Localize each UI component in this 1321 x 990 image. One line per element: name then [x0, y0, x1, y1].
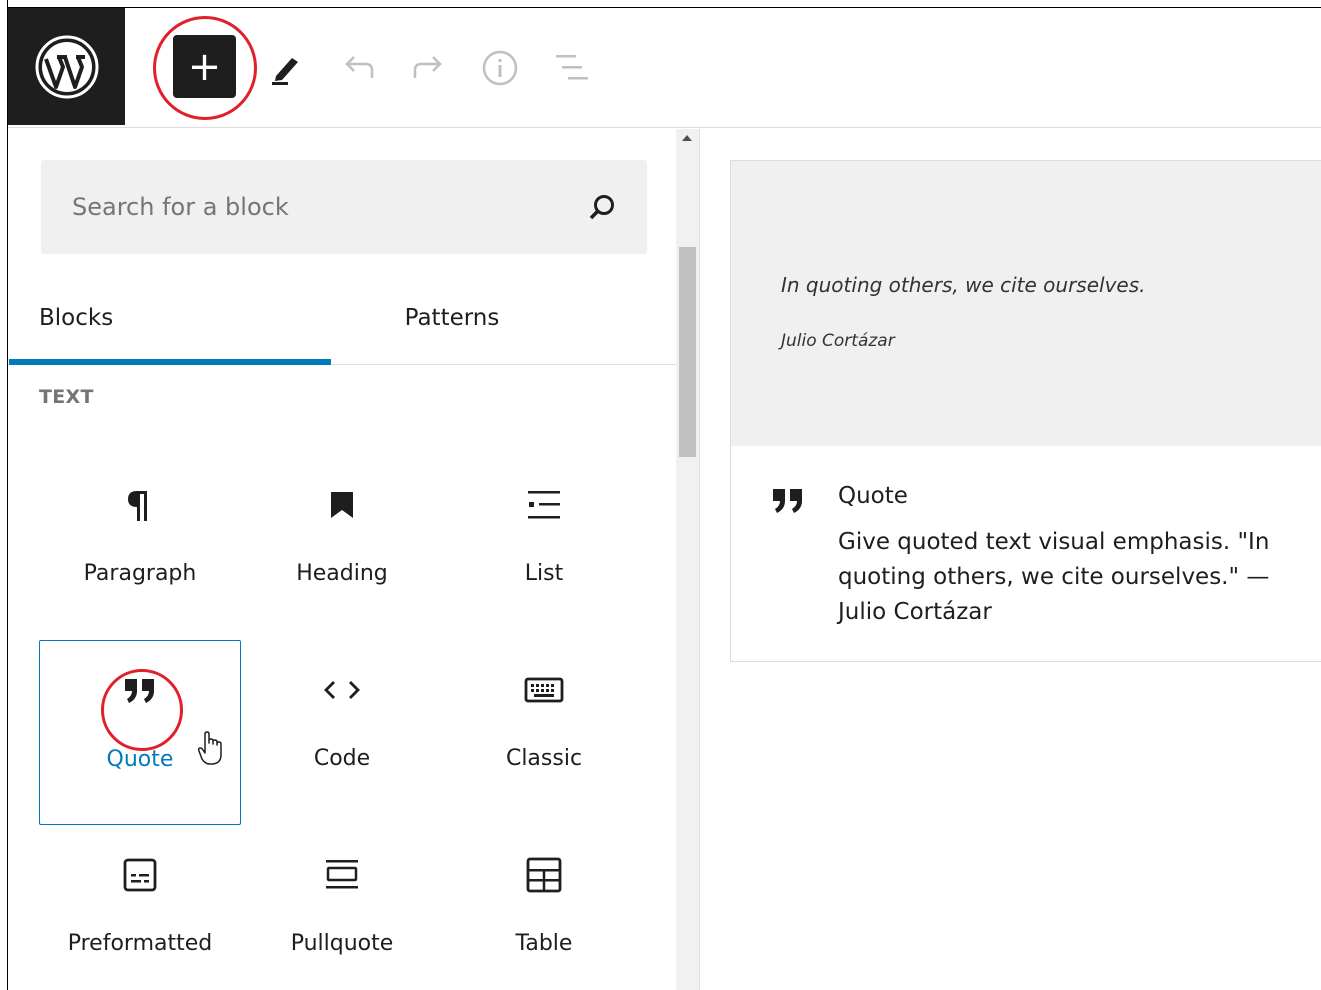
block-item-code[interactable]: Code — [241, 640, 443, 825]
list-view-icon[interactable] — [552, 48, 592, 88]
block-label: Paragraph — [83, 561, 197, 586]
block-label: Classic — [505, 746, 583, 771]
add-block-button[interactable]: + — [173, 35, 236, 98]
section-title-text: TEXT — [39, 386, 94, 408]
preview-block-description: Give quoted text visual emphasis. "In qu… — [838, 529, 1270, 625]
block-preview-panel: In quoting others, we cite ourselves. Ju… — [730, 160, 1321, 662]
preformatted-icon — [39, 855, 241, 895]
block-item-quote[interactable]: Quote — [39, 640, 241, 825]
preview-quote-text: In quoting others, we cite ourselves. — [781, 273, 1146, 297]
preview-quote-cite: Julio Cortázar — [781, 331, 895, 351]
frame-left-border — [0, 0, 8, 990]
inserter-tabs: Blocks Patterns — [9, 279, 676, 365]
block-label: Preformatted — [67, 931, 213, 956]
quote-icon — [40, 671, 240, 711]
code-icon — [241, 670, 443, 710]
wordpress-logo-icon[interactable] — [8, 8, 125, 125]
tab-blocks[interactable]: Blocks — [9, 279, 331, 365]
block-label: Pullquote — [290, 931, 394, 956]
paragraph-icon — [39, 485, 241, 525]
block-label: List — [524, 561, 564, 586]
scroll-thumb[interactable] — [679, 247, 696, 457]
search-icon[interactable] — [587, 192, 617, 222]
block-label: Code — [313, 746, 371, 771]
list-icon — [443, 485, 645, 525]
plus-icon: + — [187, 43, 222, 90]
search-input[interactable] — [41, 160, 561, 254]
block-item-paragraph[interactable]: Paragraph — [39, 455, 241, 640]
block-item-classic[interactable]: Classic — [443, 640, 645, 825]
block-label: Table — [515, 931, 573, 956]
info-icon[interactable] — [480, 48, 520, 88]
tab-patterns[interactable]: Patterns — [331, 279, 653, 365]
frame-top-border — [0, 0, 1321, 8]
inserter-scrollbar[interactable] — [676, 129, 700, 990]
undo-icon[interactable] — [338, 48, 378, 88]
block-item-preformatted[interactable]: Preformatted — [39, 825, 241, 990]
block-label: Heading — [296, 561, 388, 586]
edit-icon[interactable] — [266, 48, 306, 88]
heading-icon — [241, 485, 443, 525]
preview-canvas: In quoting others, we cite ourselves. Ju… — [731, 161, 1321, 446]
block-item-table[interactable]: Table — [443, 825, 645, 990]
pullquote-icon — [241, 855, 443, 895]
classic-icon — [443, 670, 645, 710]
block-item-list[interactable]: List — [443, 455, 645, 640]
block-item-heading[interactable]: Heading — [241, 455, 443, 640]
redo-icon[interactable] — [409, 48, 449, 88]
block-inserter-panel: Blocks Patterns TEXT Paragraph Heading — [9, 129, 676, 990]
hand-cursor-icon — [197, 731, 222, 765]
preview-block-title: Quote — [838, 483, 908, 509]
quote-icon — [771, 487, 805, 519]
scroll-up-arrow-icon[interactable] — [682, 135, 692, 141]
table-icon — [443, 855, 645, 895]
editor-toolbar: + — [8, 8, 1321, 128]
search-box — [41, 160, 647, 254]
block-item-pullquote[interactable]: Pullquote — [241, 825, 443, 990]
